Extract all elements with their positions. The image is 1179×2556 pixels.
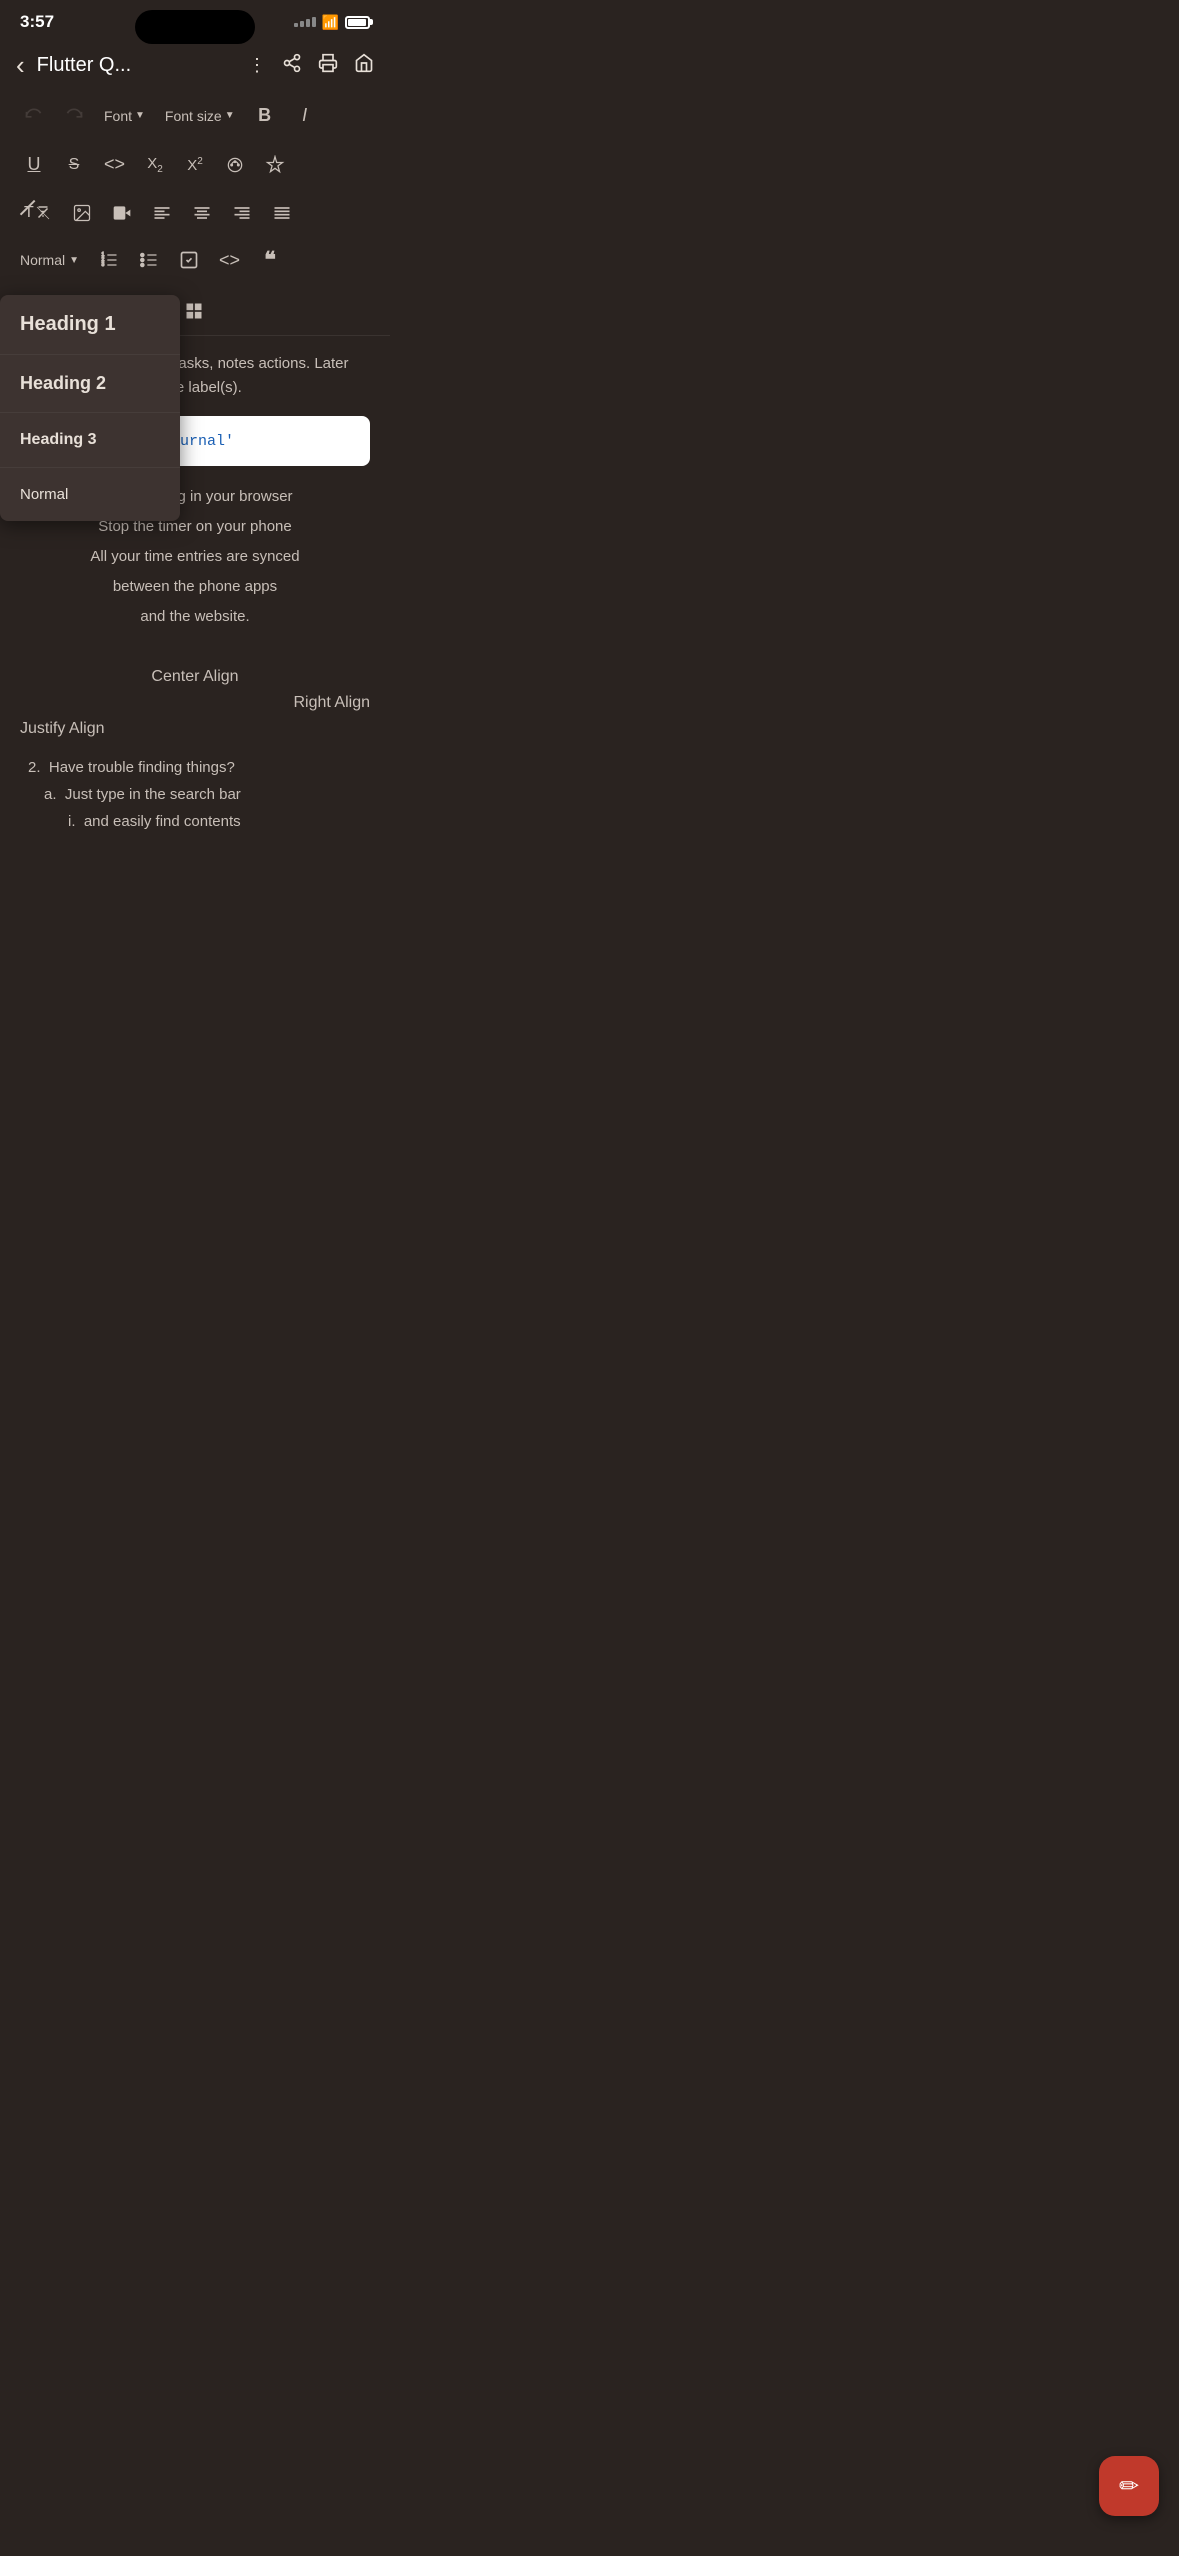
- right-align-section: Right Align: [0, 694, 390, 720]
- font-dropdown-arrow: ▼: [135, 110, 145, 121]
- underline-button[interactable]: U: [16, 148, 52, 181]
- center-align-text: Center Align: [151, 668, 238, 685]
- numbered-list: 2. Have trouble finding things? a. Just …: [0, 746, 390, 843]
- subscript-button[interactable]: X2: [137, 149, 173, 181]
- font-size-label: Font size: [165, 108, 222, 124]
- format-dropdown[interactable]: Normal ▼: [12, 248, 87, 272]
- print-icon[interactable]: [318, 53, 338, 78]
- wifi-icon: 📶: [322, 14, 339, 31]
- redo-button[interactable]: [56, 100, 92, 132]
- format-dropdown-menu: Heading 1 Heading 2 Heading 3 Normal: [0, 295, 180, 521]
- video-button[interactable]: [104, 197, 140, 229]
- highlight-button[interactable]: [257, 149, 293, 181]
- more-options-icon[interactable]: ⋮: [248, 55, 266, 76]
- dynamic-island: [135, 10, 255, 44]
- align-right-button[interactable]: [224, 197, 260, 229]
- blockquote-button[interactable]: ❝: [252, 241, 288, 279]
- clear-format-button[interactable]: T: [16, 198, 60, 228]
- toolbar-row-2: U S <> X2 X2: [0, 140, 390, 189]
- nav-icons: ⋮: [248, 53, 374, 78]
- svg-text:3: 3: [102, 262, 105, 268]
- edit-icon: ✏: [1119, 2472, 1139, 2501]
- align-justify-button[interactable]: [264, 197, 300, 229]
- inline-code-button[interactable]: <>: [96, 148, 133, 181]
- bullet-item-5: and the website.: [20, 602, 370, 632]
- edit-fab[interactable]: ✏: [1099, 2456, 1159, 2516]
- heading2-option[interactable]: Heading 2: [0, 355, 180, 413]
- center-align-section: Center Align: [0, 648, 390, 694]
- toolbar-row-4: Normal ▼ 1 2 3: [0, 237, 390, 287]
- nav-title: Flutter Q...: [37, 54, 236, 77]
- bullet-item-4: between the phone apps: [20, 572, 370, 602]
- heading1-option[interactable]: Heading 1: [0, 295, 180, 355]
- justify-align-text: Justify Align: [20, 720, 104, 737]
- numbered-sub-item-a: a. Just type in the search bar: [20, 781, 370, 808]
- back-button[interactable]: ‹: [16, 50, 25, 81]
- status-bar: 3:57 📶: [0, 0, 390, 40]
- justify-align-section: Justify Align: [0, 720, 390, 746]
- font-size-dropdown[interactable]: Font size ▼: [157, 102, 243, 130]
- ordered-list-button[interactable]: 1 2 3: [91, 244, 127, 276]
- battery-icon: [345, 16, 370, 29]
- signal-icon: [294, 17, 316, 27]
- undo-button[interactable]: [16, 100, 52, 132]
- status-icons: 📶: [294, 14, 370, 31]
- text-color-button[interactable]: [217, 149, 253, 181]
- font-dropdown[interactable]: Font ▼: [96, 102, 153, 130]
- font-size-dropdown-arrow: ▼: [225, 110, 235, 121]
- strikethrough-button[interactable]: S: [56, 150, 92, 180]
- status-time: 3:57: [20, 12, 54, 32]
- code-block-button[interactable]: <>: [211, 244, 248, 277]
- nav-bar: ‹ Flutter Q... ⋮: [0, 40, 390, 91]
- normal-option[interactable]: Normal: [0, 468, 180, 521]
- table-button[interactable]: [176, 295, 212, 327]
- toolbar-row-3: T: [0, 189, 390, 237]
- checklist-button[interactable]: [171, 244, 207, 276]
- numbered-sub-sub-item-i: i. and easily find contents: [20, 808, 370, 835]
- toolbar-row-1: Font ▼ Font size ▼ B I: [0, 91, 390, 140]
- share-icon[interactable]: [282, 53, 302, 78]
- align-center-button[interactable]: [184, 197, 220, 229]
- format-label: Normal: [20, 252, 65, 268]
- heading3-option[interactable]: Heading 3: [0, 413, 180, 468]
- bullet-item-3: All your time entries are synced: [20, 542, 370, 572]
- bold-button[interactable]: B: [247, 99, 283, 132]
- image-button[interactable]: [64, 197, 100, 229]
- align-left-button[interactable]: [144, 197, 180, 229]
- numbered-item-2: 2. Have trouble finding things?: [20, 754, 370, 781]
- right-align-text: Right Align: [294, 694, 371, 711]
- font-label: Font: [104, 108, 132, 124]
- italic-button[interactable]: I: [287, 99, 323, 132]
- home-icon[interactable]: [354, 53, 374, 78]
- bullet-list-button[interactable]: [131, 244, 167, 276]
- superscript-button[interactable]: X2: [177, 150, 213, 180]
